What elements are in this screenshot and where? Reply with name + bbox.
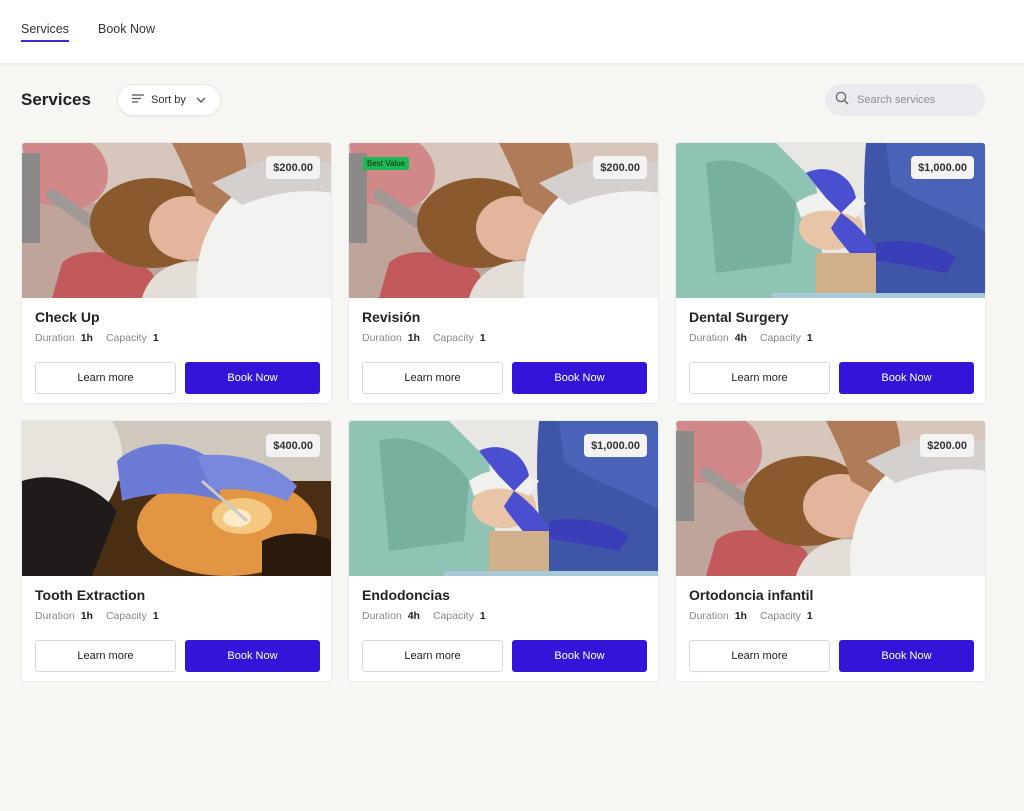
page-title: Services (21, 90, 91, 109)
service-meta: Duration 1h Capacity 1 (689, 610, 820, 622)
learn-more-button[interactable]: Learn more (362, 362, 503, 394)
price-tag: $400.00 (266, 434, 320, 457)
duration-label: Duration (689, 610, 729, 622)
book-now-button[interactable]: Book Now (839, 640, 974, 672)
duration-value: 4h (407, 610, 420, 622)
duration-value: 1h (80, 332, 93, 344)
service-photo: $1,000.00 (349, 421, 658, 576)
capacity-label: Capacity (759, 332, 801, 344)
service-name: Check Up (35, 309, 100, 325)
service-card: $1,000.00 Dental Surgery Duration 4h Capacit… (675, 142, 986, 404)
learn-more-button[interactable]: Learn more (35, 362, 176, 394)
service-name: Tooth Extraction (35, 587, 146, 603)
learn-more-button[interactable]: Learn more (689, 640, 830, 672)
capacity-label: Capacity (432, 610, 474, 622)
sort-label: Sort by (151, 94, 186, 106)
service-photo: $1,000.00 (676, 143, 985, 298)
search-box (825, 84, 985, 116)
capacity-label: Capacity (105, 610, 147, 622)
price-tag: $200.00 (266, 156, 320, 179)
book-now-button[interactable]: Book Now (839, 362, 974, 394)
duration-value: 1h (80, 610, 93, 622)
duration-label: Duration (362, 610, 402, 622)
price-tag: $200.00 (593, 156, 647, 179)
sort-icon (132, 94, 144, 106)
service-card: $400.00 Tooth Extraction Duration 1h Capacit… (21, 420, 332, 682)
duration-label: Duration (35, 610, 75, 622)
service-card: $200.00 Ortodoncia infantil Duration 1h Capa… (675, 420, 986, 682)
service-name: Dental Surgery (689, 309, 789, 325)
capacity-value: 1 (806, 610, 813, 622)
duration-label: Duration (362, 332, 402, 344)
service-photo: $200.00 (22, 143, 331, 298)
chevron-down-icon (196, 94, 206, 106)
service-meta: Duration 4h Capacity 1 (362, 610, 493, 622)
learn-more-button[interactable]: Learn more (362, 640, 503, 672)
price-tag: $200.00 (920, 434, 974, 457)
service-name: Endodoncias (362, 587, 450, 603)
service-name: Revisión (362, 309, 421, 325)
price-tag: $1,000.00 (584, 434, 647, 457)
duration-value: 1h (734, 610, 747, 622)
best-value-badge: Best Value (363, 157, 410, 170)
duration-value: 4h (734, 332, 747, 344)
learn-more-button[interactable]: Learn more (689, 362, 830, 394)
service-meta: Duration 4h Capacity 1 (689, 332, 820, 344)
tab-book-now[interactable]: Book Now (98, 22, 155, 40)
learn-more-button[interactable]: Learn more (35, 640, 176, 672)
book-now-button[interactable]: Book Now (512, 362, 647, 394)
duration-label: Duration (689, 332, 729, 344)
capacity-value: 1 (152, 332, 159, 344)
price-tag: $1,000.00 (911, 156, 974, 179)
book-now-button[interactable]: Book Now (185, 362, 320, 394)
top-navigation: Services Book Now (0, 0, 1024, 64)
tab-services[interactable]: Services (21, 22, 69, 42)
service-meta: Duration 1h Capacity 1 (35, 332, 166, 344)
capacity-label: Capacity (759, 610, 801, 622)
capacity-value: 1 (479, 332, 486, 344)
service-photo: $200.00 (676, 421, 985, 576)
service-photo: $400.00 (22, 421, 331, 576)
service-meta: Duration 1h Capacity 1 (35, 610, 166, 622)
service-card: $200.00 Best Value Revisión Duration 1h Capac… (348, 142, 659, 404)
service-photo: $200.00 Best Value (349, 143, 658, 298)
search-input[interactable] (857, 94, 977, 106)
book-now-button[interactable]: Book Now (512, 640, 647, 672)
capacity-label: Capacity (432, 332, 474, 344)
capacity-value: 1 (806, 332, 813, 344)
service-name: Ortodoncia infantil (689, 587, 814, 603)
duration-label: Duration (35, 332, 75, 344)
book-now-button[interactable]: Book Now (185, 640, 320, 672)
service-card: $200.00 Check Up Duration 1h Capacity 1 Learn … (21, 142, 332, 404)
capacity-value: 1 (152, 610, 159, 622)
capacity-value: 1 (479, 610, 486, 622)
service-meta: Duration 1h Capacity 1 (362, 332, 493, 344)
search-icon (835, 91, 849, 110)
capacity-label: Capacity (105, 332, 147, 344)
service-card: $1,000.00 Endodoncias Duration 4h Capacity 1 L… (348, 420, 659, 682)
sort-button[interactable]: Sort by (117, 84, 221, 116)
duration-value: 1h (407, 332, 420, 344)
